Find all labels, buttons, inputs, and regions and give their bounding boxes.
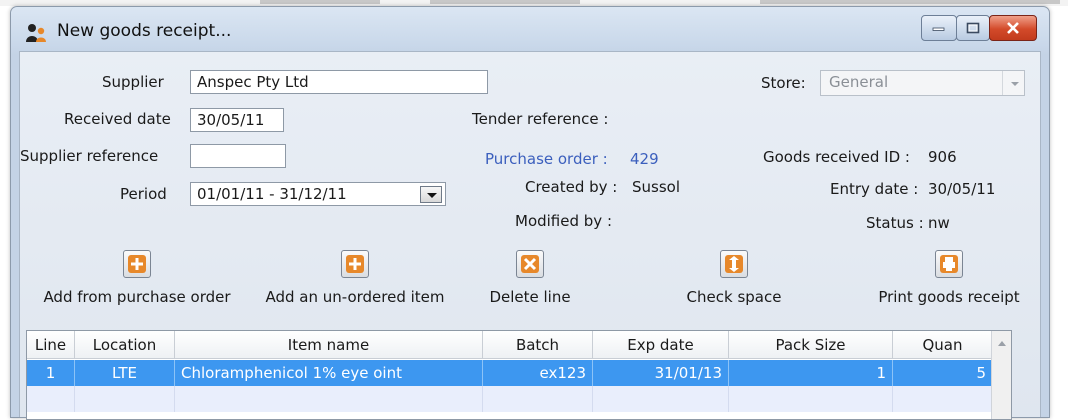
maximize-button[interactable] [956,15,990,41]
column-header-pack-size[interactable]: Pack Size [729,331,893,359]
print-icon [935,250,963,278]
check-space-button[interactable]: Check space [674,250,794,306]
supplier-field[interactable]: Anspec Pty Ltd [190,70,488,94]
close-button[interactable] [989,15,1037,41]
close-icon [1007,22,1019,34]
add-from-purchase-order-button[interactable]: Add from purchase order [40,250,234,306]
table-header: Line Location Item name Batch Exp date P… [27,331,1011,359]
goods-received-id-label: Goods received ID : [763,148,910,166]
store-value: General [829,73,889,91]
column-header-quantity[interactable]: Quan [893,331,993,359]
title-bar[interactable]: New goods receipt... [11,7,1049,51]
column-header-location[interactable]: Location [75,331,175,359]
column-header-line[interactable]: Line [27,331,75,359]
received-date-label: Received date [64,110,171,128]
entry-date-label: Entry date : [830,180,919,198]
arrow-icon [720,250,748,278]
column-header-exp-date[interactable]: Exp date [593,331,729,359]
chevron-down-icon [1002,71,1024,95]
cell-pack-size: 1 [729,360,893,386]
table-row-empty[interactable] [27,386,993,412]
delete-line-button[interactable]: Delete line [480,250,580,306]
cell-batch: ex123 [483,360,593,386]
people-icon [26,24,46,42]
period-value: 01/01/11 - 31/12/11 [197,185,347,203]
cell-line: 1 [27,360,75,386]
created-by-value: Sussol [632,178,681,196]
goods-received-id-value: 906 [928,148,957,166]
entry-date-value: 30/05/11 [928,180,996,198]
supplier-reference-label: Supplier reference [20,147,159,165]
supplier-label: Supplier [102,73,164,91]
period-label: Period [120,185,167,203]
modified-by-label: Modified by : [515,212,612,230]
table-scrollbar[interactable] [991,331,1011,419]
cell-item-name: Chloramphenicol 1% eye oint [175,360,483,386]
minimize-button[interactable] [921,15,957,41]
cell-exp-date: 31/01/13 [593,360,729,386]
cell-location: LTE [75,360,175,386]
x-icon [516,250,544,278]
chevron-down-icon[interactable] [420,186,442,203]
print-goods-receipt-button[interactable]: Print goods receipt [868,250,1030,306]
items-table[interactable]: Line Location Item name Batch Exp date P… [26,330,1012,420]
supplier-reference-field[interactable] [190,144,286,168]
received-date-field[interactable]: 30/05/11 [190,108,284,132]
tender-reference-label: Tender reference : [472,110,609,128]
table-row[interactable]: 1 LTE Chloramphenicol 1% eye oint ex123 … [27,360,993,386]
add-unordered-item-button[interactable]: Add an un-ordered item [258,250,452,306]
store-label: Store: [761,74,806,92]
status-value: nw [928,214,950,232]
purchase-order-number[interactable]: 429 [630,150,659,168]
created-by-label: Created by : [525,178,618,196]
plus-icon [341,250,369,278]
column-header-batch[interactable]: Batch [483,331,593,359]
maximize-icon [966,22,980,34]
plus-icon [123,250,151,278]
minimize-icon [932,27,945,31]
window-title: New goods receipt... [57,21,232,41]
cell-quantity: 5 [893,360,993,386]
period-select[interactable]: 01/01/11 - 31/12/11 [190,182,446,206]
column-header-item-name[interactable]: Item name [175,331,483,359]
purchase-order-link[interactable]: Purchase order : [485,150,608,168]
status-label: Status : [866,214,924,232]
store-select[interactable]: General [820,70,1025,96]
